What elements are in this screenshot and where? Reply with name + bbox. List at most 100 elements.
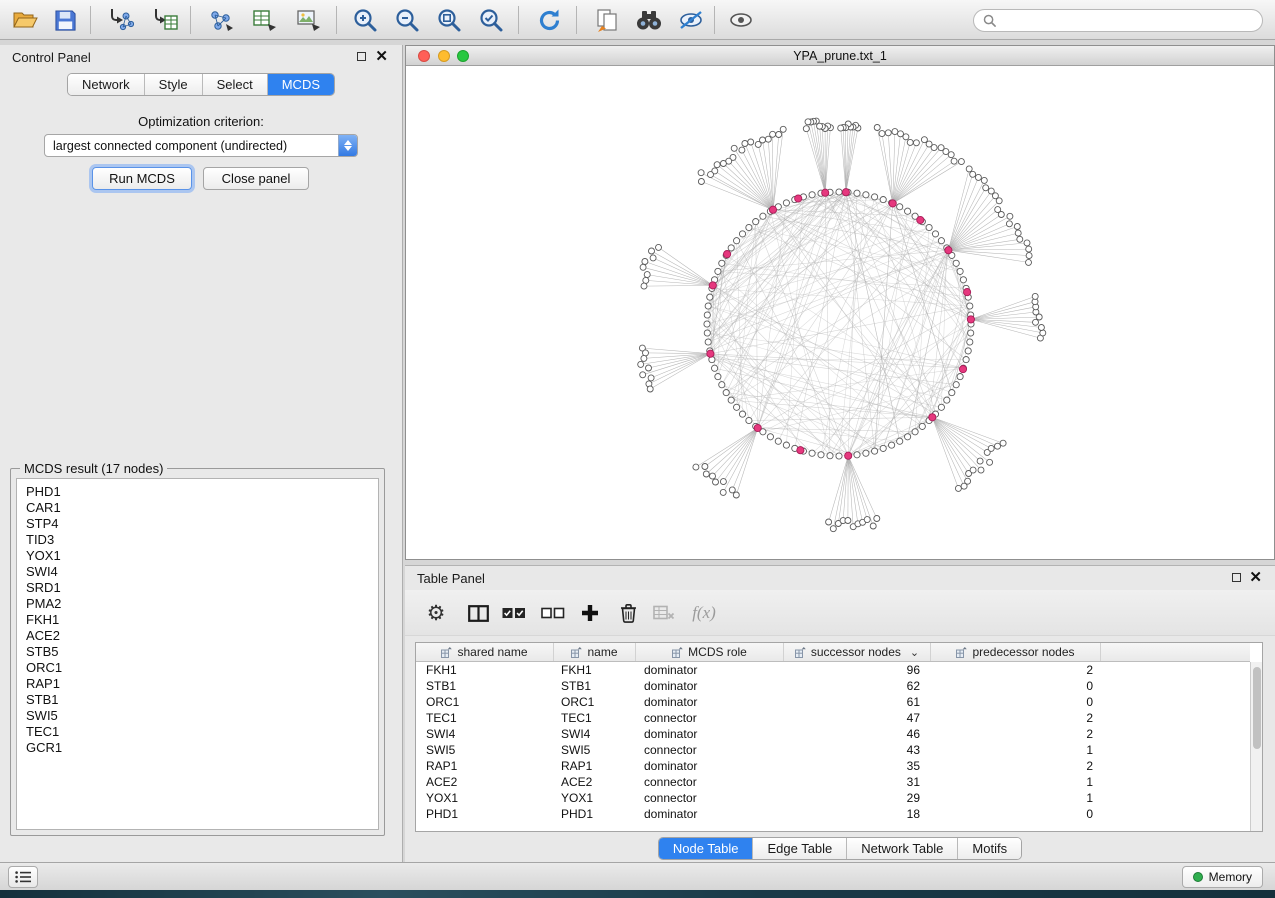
mcds-result-item[interactable]: STP4 [26,516,378,532]
tab-edge-table[interactable]: Edge Table [753,838,847,859]
table-scrollbar[interactable] [1250,662,1262,831]
zoom-out-button[interactable] [388,4,426,36]
close-table-panel-button[interactable]: ✕ [1249,572,1262,584]
open-file-button[interactable] [6,4,44,36]
zoom-in-button[interactable] [346,4,384,36]
network-window-titlebar[interactable]: YPA_prune.txt_1 [406,46,1274,66]
mcds-result-item[interactable]: STB5 [26,644,378,660]
search-input[interactable] [1001,14,1253,28]
mcds-result-item[interactable]: PHD1 [26,484,378,500]
mcds-result-item[interactable]: FKH1 [26,612,378,628]
show-columns-button[interactable] [461,597,495,629]
zoom-fit-button[interactable] [430,4,468,36]
tab-select[interactable]: Select [203,74,268,95]
table-row[interactable]: SWI5SWI5connector431 [416,742,1250,758]
column-sort-icon [571,647,582,658]
function-builder-button[interactable]: f(x) [687,597,721,629]
mcds-result-item[interactable]: RAP1 [26,676,378,692]
table-cell: STB1 [554,679,636,693]
mcds-result-item[interactable]: YOX1 [26,548,378,564]
mcds-result-item[interactable]: ACE2 [26,628,378,644]
table-cell: FKH1 [554,663,636,677]
table-settings-button[interactable]: ⚙ [419,597,453,629]
mcds-result-item[interactable]: CAR1 [26,500,378,516]
window-close-button[interactable] [418,50,430,62]
toolbar-separator [518,6,519,34]
mcds-result-item[interactable]: TEC1 [26,724,378,740]
unchecked-boxes-icon [541,607,565,619]
show-panel-button[interactable] [722,4,760,36]
mcds-result-item[interactable]: STB1 [26,692,378,708]
mcds-result-item[interactable]: PMA2 [26,596,378,612]
mcds-result-item[interactable]: GCR1 [26,740,378,756]
table-header: shared namenameMCDS rolesuccessor nodes⌄… [416,643,1250,662]
clear-table-button[interactable] [647,597,681,629]
tab-style[interactable]: Style [145,74,203,95]
table-cell: ACE2 [416,775,554,789]
mcds-result-item[interactable]: SRD1 [26,580,378,596]
table-row[interactable]: STB1STB1dominator620 [416,678,1250,694]
tab-network[interactable]: Network [68,74,145,95]
table-row[interactable]: SWI4SWI4dominator462 [416,726,1250,742]
table-row[interactable]: YOX1YOX1connector291 [416,790,1250,806]
table-cell: 35 [784,759,931,773]
clone-network-button[interactable] [588,4,626,36]
window-minimize-button[interactable] [438,50,450,62]
table-row[interactable]: TEC1TEC1connector472 [416,710,1250,726]
mcds-result-item[interactable]: SWI5 [26,708,378,724]
import-table-button[interactable] [146,4,184,36]
scrollbar-thumb[interactable] [1253,667,1261,749]
column-header-successor-nodes[interactable]: successor nodes⌄ [784,643,931,661]
save-button[interactable] [46,4,84,36]
tab-network-table[interactable]: Network Table [847,838,958,859]
table-cell: SWI4 [554,727,636,741]
mcds-result-item[interactable]: SWI4 [26,564,378,580]
deselect-all-button[interactable] [536,597,570,629]
refresh-button[interactable] [530,4,568,36]
mcds-result-list[interactable]: PHD1CAR1STP4TID3YOX1SWI4SRD1PMA2FKH1ACE2… [16,478,379,830]
table-cell: FKH1 [416,663,554,677]
tab-mcds[interactable]: MCDS [268,74,334,95]
column-header-MCDS-role[interactable]: MCDS role [636,643,784,661]
run-mcds-button[interactable]: Run MCDS [92,167,192,190]
select-all-button[interactable] [497,597,531,629]
export-image-button[interactable] [290,4,328,36]
tab-node-table[interactable]: Node Table [659,838,754,859]
mcds-result-item[interactable]: TID3 [26,532,378,548]
table-cell: RAP1 [554,759,636,773]
find-button[interactable] [630,4,668,36]
float-panel-button[interactable] [357,52,366,61]
mcds-result-item[interactable]: ORC1 [26,660,378,676]
search-box[interactable] [973,9,1263,32]
zoom-fit-icon [436,7,462,33]
close-panel-button[interactable]: Close panel [203,167,309,190]
float-table-panel-button[interactable] [1232,573,1241,582]
column-header-name[interactable]: name [554,643,636,661]
table-row[interactable]: ACE2ACE2connector311 [416,774,1250,790]
hide-panel-button[interactable] [672,4,710,36]
table-cell: STB1 [416,679,554,693]
table-row[interactable]: ORC1ORC1dominator610 [416,694,1250,710]
table-row[interactable]: RAP1RAP1dominator352 [416,758,1250,774]
column-header-shared-name[interactable]: shared name [416,643,554,661]
export-table-button[interactable] [246,4,284,36]
column-menu-caret-icon[interactable]: ⌄ [910,646,919,659]
tab-motifs[interactable]: Motifs [958,838,1021,859]
column-header-predecessor-nodes[interactable]: predecessor nodes [931,643,1101,661]
task-history-button[interactable] [8,866,38,888]
window-maximize-button[interactable] [457,50,469,62]
network-graph[interactable] [406,66,1274,559]
table-row[interactable]: FKH1FKH1dominator962 [416,662,1250,678]
close-control-panel-button[interactable]: ✕ [375,51,388,63]
import-network-button[interactable] [102,4,140,36]
add-column-button[interactable] [573,597,607,629]
delete-column-button[interactable] [611,597,645,629]
toolbar-separator [576,6,577,34]
table-row[interactable]: PHD1PHD1dominator180 [416,806,1250,822]
table-cell: dominator [636,727,784,741]
optimization-dropdown[interactable]: largest connected component (undirected) [44,134,358,157]
export-network-button[interactable] [202,4,240,36]
memory-button[interactable]: Memory [1182,866,1263,888]
zoom-selected-button[interactable] [472,4,510,36]
network-canvas[interactable] [406,66,1274,559]
